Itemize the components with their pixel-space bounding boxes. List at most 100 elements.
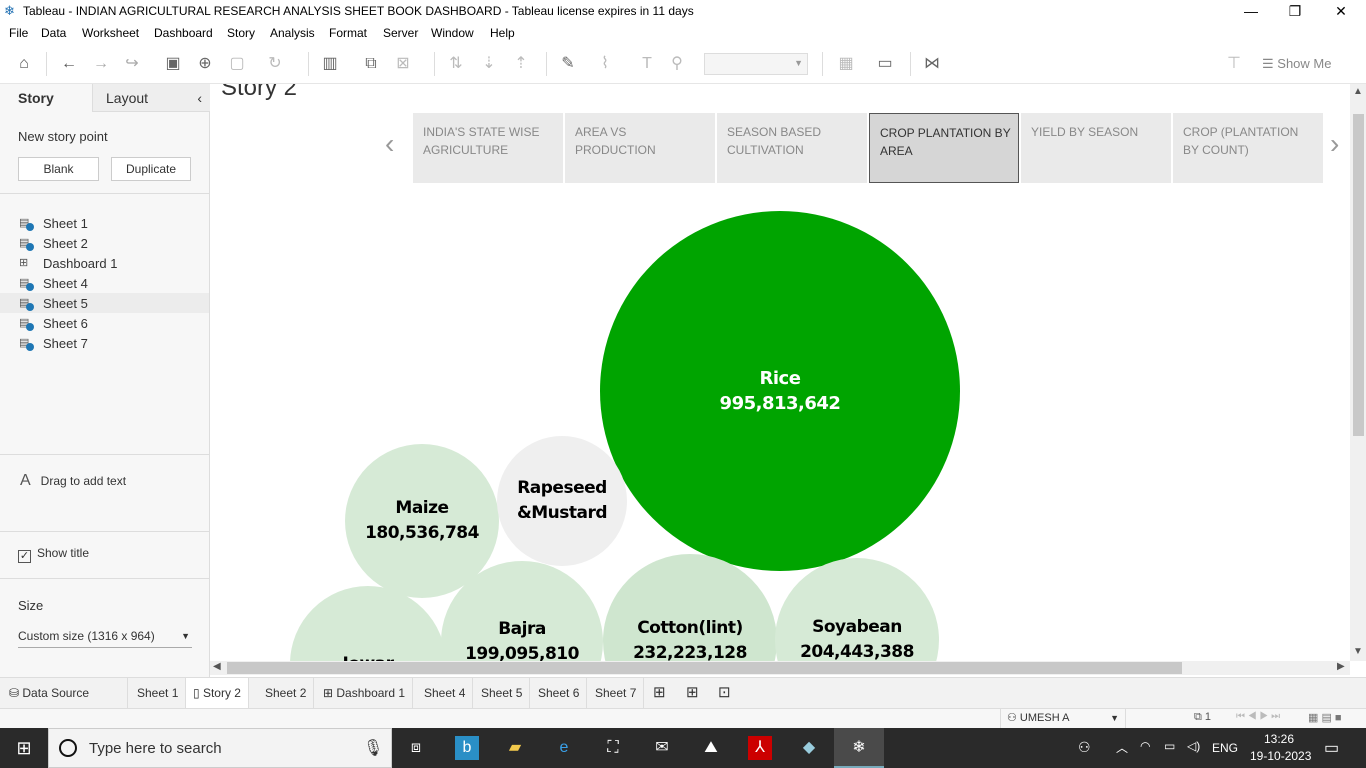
menu-data[interactable]: Data <box>41 26 66 40</box>
user-dropdown[interactable]: ⚇ UMESH A ▼ <box>1000 709 1126 729</box>
checkbox[interactable]: ✓ <box>18 550 31 563</box>
scroll-right-icon[interactable]: ▶ <box>1337 661 1345 672</box>
sort-descending-icon[interactable]: ⇡ <box>511 54 531 74</box>
blank-button[interactable]: Blank <box>18 157 99 181</box>
tab-layout[interactable]: Layout ‹ <box>92 84 210 112</box>
labels-icon[interactable]: T <box>637 54 657 74</box>
mail-icon[interactable]: ✉ <box>650 736 674 760</box>
story-point-6[interactable]: CROP (PLANTATION BY COUNT) <box>1173 113 1323 183</box>
tab-sheet-4[interactable]: Sheet 4 <box>417 678 474 708</box>
highlight-icon[interactable]: ✎ <box>558 54 578 74</box>
swap-icon[interactable]: ⇅ <box>446 54 466 74</box>
sheet-navigation-icon[interactable]: ⏮ ◀ ▶ ⏭ <box>1236 711 1280 722</box>
sheet-list-item[interactable]: ▤ Sheet 5 <box>0 293 209 313</box>
tab-sheet-6[interactable]: Sheet 6 <box>531 678 588 708</box>
show-hidden-icons-icon[interactable]: ︿ <box>1116 739 1128 756</box>
tab-data-source[interactable]: ⛁ Data Source <box>2 678 128 708</box>
edge-icon[interactable]: e <box>552 736 576 760</box>
menu-analysis[interactable]: Analysis <box>270 26 315 40</box>
sheet-list-item[interactable]: ▤ Sheet 2 <box>0 233 209 253</box>
tab-sheet-7[interactable]: Sheet 7 <box>588 678 645 708</box>
sort-ascending-icon[interactable]: ⇣ <box>479 54 499 74</box>
sheet-list-item[interactable]: ⊞ Dashboard 1 <box>0 253 209 273</box>
show-me-button[interactable]: ☰ Show Me <box>1262 56 1331 72</box>
next-story-point-icon[interactable]: › <box>1330 128 1339 160</box>
tab-sheet-5[interactable]: Sheet 5 <box>474 678 531 708</box>
size-dropdown[interactable]: Custom size (1316 x 964) ▼ <box>18 626 192 648</box>
sheet-list-item[interactable]: ▤ Sheet 6 <box>0 313 209 333</box>
new-story-icon[interactable]: ⊡ <box>711 678 738 708</box>
clock-time[interactable]: 13:26 <box>1264 732 1294 746</box>
bubble-cotton-lint[interactable]: Cotton(lint) 232,223,128 <box>603 554 777 661</box>
group-icon[interactable]: ⌇ <box>595 54 615 74</box>
duplicate-button[interactable]: Duplicate <box>111 157 191 181</box>
undo-icon[interactable]: ← <box>59 54 79 74</box>
tab-dashboard-1[interactable]: ⊞ Dashboard 1 <box>316 678 414 708</box>
tab-story[interactable]: Story <box>0 84 92 112</box>
redo-icon[interactable]: → <box>91 54 111 74</box>
duplicate-sheet-icon[interactable]: ⧉ <box>361 54 381 74</box>
taskbar-search-box[interactable]: Type here to search 🎙 <box>48 728 392 768</box>
show-cards-icon[interactable]: ▦ <box>836 54 856 74</box>
microsoft-store-icon[interactable]: ⛶ <box>601 736 625 760</box>
bubble-rice[interactable]: Rice 995,813,642 <box>600 211 960 571</box>
format-painter-icon[interactable]: ⊤ <box>1224 54 1244 74</box>
network-icon[interactable]: ◠ <box>1140 739 1150 753</box>
story-point-3[interactable]: SEASON BASED CULTIVATION <box>717 113 867 183</box>
acrobat-icon[interactable]: ⅄ <box>748 736 772 760</box>
menu-worksheet[interactable]: Worksheet <box>82 26 139 40</box>
new-data-source-icon[interactable]: ⊕ <box>195 54 215 74</box>
fit-dropdown[interactable]: ▼ <box>704 53 808 75</box>
bing-icon[interactable]: b <box>455 736 479 760</box>
tab-story-2[interactable]: ▯ Story 2 <box>186 678 249 708</box>
app-icon[interactable]: ◆ <box>797 736 821 760</box>
clear-sheet-icon[interactable]: ⊠ <box>393 54 413 74</box>
scroll-thumb[interactable] <box>227 662 1182 674</box>
people-icon[interactable]: ⚇ <box>1078 739 1091 756</box>
file-explorer-icon[interactable]: ▰ <box>503 736 527 760</box>
menu-story[interactable]: Story <box>227 26 255 40</box>
clock-date[interactable]: 19-10-2023 <box>1250 749 1311 763</box>
minimize-button[interactable]: — <box>1228 0 1274 24</box>
sheet-list-item[interactable]: ▤ Sheet 1 <box>0 213 209 233</box>
pin-icon[interactable]: ⚲ <box>667 54 687 74</box>
windows-start-icon[interactable]: ⊞ <box>12 736 36 760</box>
menu-server[interactable]: Server <box>383 26 418 40</box>
story-point-5[interactable]: YIELD BY SEASON <box>1021 113 1171 183</box>
show-title-checkbox[interactable]: ✓ Show title <box>18 546 89 563</box>
menu-dashboard[interactable]: Dashboard <box>154 26 213 40</box>
save-icon[interactable]: ▣ <box>163 54 183 74</box>
menu-format[interactable]: Format <box>329 26 367 40</box>
sheet-list-item[interactable]: ▤ Sheet 4 <box>0 273 209 293</box>
new-dashboard-icon[interactable]: ⊞ <box>679 678 706 708</box>
previous-story-point-icon[interactable]: ‹ <box>385 128 394 160</box>
share-icon[interactable]: ⋈ <box>922 54 942 74</box>
tableau-taskbar-icon[interactable]: ❄ <box>834 728 884 768</box>
grid-view-icon[interactable]: ▦ ▤ ■ <box>1308 711 1342 724</box>
menu-window[interactable]: Window <box>431 26 474 40</box>
scroll-thumb[interactable] <box>1353 114 1364 436</box>
sheet-list-item[interactable]: ▤ Sheet 7 <box>0 333 209 353</box>
collapse-panel-icon[interactable]: ‹ <box>197 90 202 106</box>
pause-updates-icon[interactable]: ▢ <box>227 54 247 74</box>
volume-icon[interactable]: ◁) <box>1187 739 1200 753</box>
task-view-icon[interactable]: ⧈ <box>404 736 428 760</box>
story-point-1[interactable]: INDIA'S STATE WISE AGRICULTURE <box>413 113 563 183</box>
tab-sheet-2[interactable]: Sheet 2 <box>258 678 315 708</box>
scroll-left-icon[interactable]: ◀ <box>213 661 221 672</box>
photos-icon[interactable]: ⛰ <box>699 736 723 760</box>
notifications-icon[interactable]: ▭ <box>1324 738 1339 758</box>
restore-button[interactable]: ❐ <box>1272 0 1318 24</box>
scroll-up-icon[interactable]: ▲ <box>1353 86 1363 97</box>
home-icon[interactable]: ⌂ <box>14 54 34 74</box>
close-button[interactable]: ✕ <box>1318 0 1364 24</box>
scroll-down-icon[interactable]: ▼ <box>1353 646 1363 657</box>
horizontal-scrollbar[interactable]: ◀ ▶ <box>210 661 1350 675</box>
language-indicator[interactable]: ENG <box>1212 741 1238 755</box>
new-worksheet-icon[interactable]: ⊞ <box>646 678 673 708</box>
bubble-rapeseed-mustard[interactable]: Rapeseed &Mustard <box>497 436 627 566</box>
bubble-soyabean[interactable]: Soyabean 204,443,388 <box>775 558 939 661</box>
story-point-4[interactable]: CROP PLANTATION BY AREA <box>869 113 1019 183</box>
drag-to-add-text[interactable]: A Drag to add text <box>20 472 126 490</box>
menu-help[interactable]: Help <box>490 26 515 40</box>
